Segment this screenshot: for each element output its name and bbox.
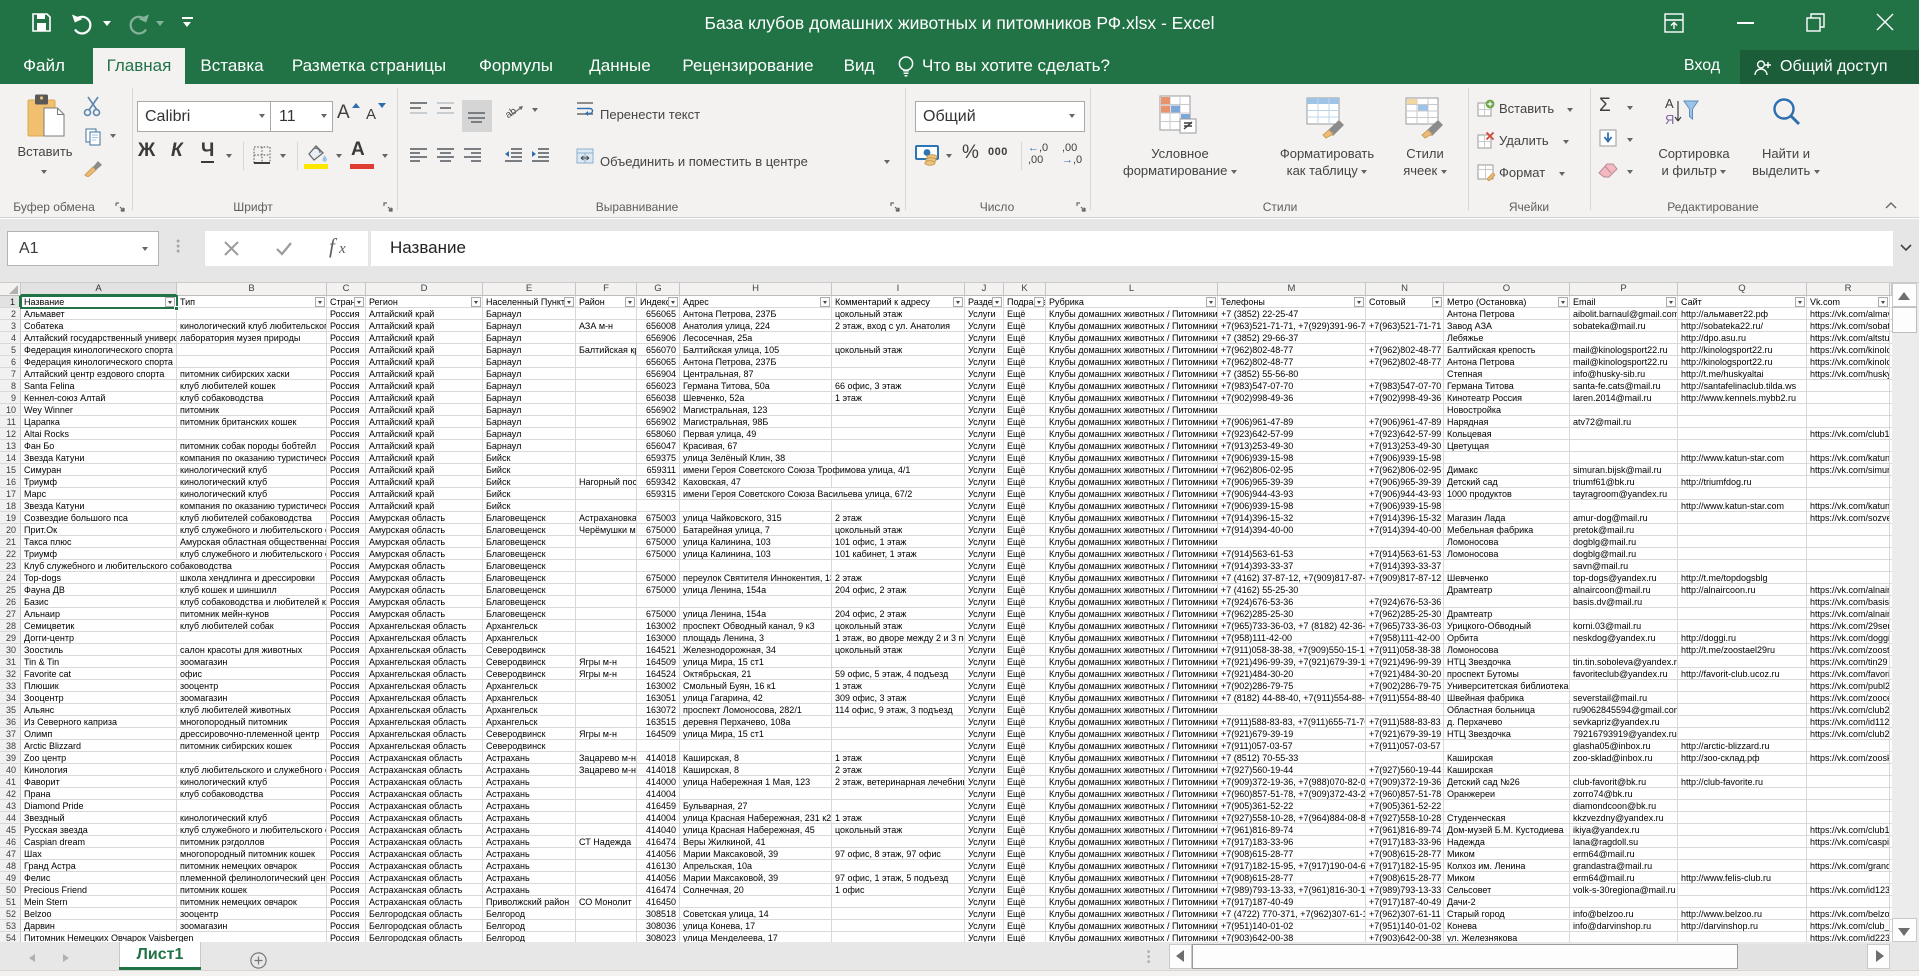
svg-text:Я: Я [1665, 112, 1674, 127]
svg-text:ab: ab [505, 105, 519, 118]
svg-text:А: А [1665, 96, 1674, 111]
